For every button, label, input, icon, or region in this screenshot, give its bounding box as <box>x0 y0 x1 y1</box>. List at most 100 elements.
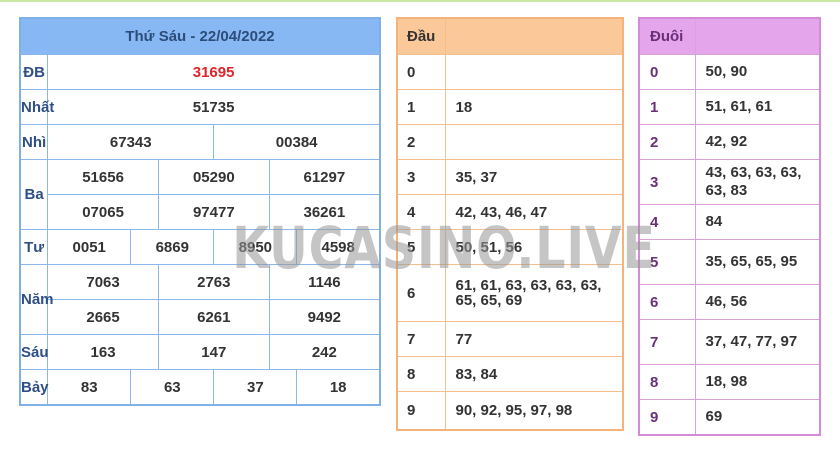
prize-label: Nhất <box>19 89 54 125</box>
prize-row-nam: Năm 7063 2763 1146 <box>19 264 381 335</box>
prize-label: ĐB <box>19 54 49 90</box>
prize-row-tu: Tư 0051 6869 8950 4598 <box>19 229 381 265</box>
tail-row: 1 51, 61, 61 <box>638 89 821 125</box>
head-digit: 2 <box>396 124 446 160</box>
prize-value: 18 <box>296 369 381 406</box>
results-table: Thứ Sáu - 22/04/2022 ĐB 31695 Nhất 51735… <box>19 17 381 406</box>
head-row: 9 90, 92, 95, 97, 98 <box>396 391 624 431</box>
tail-numbers: 37, 47, 77, 97 <box>694 319 821 365</box>
prize-value: 36261 <box>268 194 381 230</box>
tail-digit: 9 <box>638 399 696 436</box>
prize-row-db: ĐB 31695 <box>19 54 381 90</box>
tail-digit: 1 <box>638 89 696 125</box>
tail-row: 7 37, 47, 77, 97 <box>638 319 821 365</box>
prize-value: 67343 <box>47 124 215 160</box>
prize-value: 0051 <box>47 229 132 265</box>
head-digit: 9 <box>396 391 446 431</box>
head-digit: 3 <box>396 159 446 195</box>
head-digit: 1 <box>396 89 446 125</box>
prize-row-ba-2: 07065 97477 36261 <box>20 194 381 230</box>
head-row: 1 18 <box>396 89 624 125</box>
prize-value: 2763 <box>157 264 270 300</box>
prize-label: Sáu <box>19 334 49 370</box>
prize-value: 4598 <box>296 229 381 265</box>
head-row: 5 50, 51, 56 <box>396 229 624 265</box>
head-numbers: 83, 84 <box>444 356 624 392</box>
prize-row-nam-2: 2665 6261 9492 <box>20 299 381 335</box>
prize-value: 97477 <box>157 194 270 230</box>
head-row: 3 35, 37 <box>396 159 624 195</box>
prize-value: 1146 <box>268 264 381 300</box>
prize-row-nhat: Nhất 51735 <box>19 89 381 125</box>
prize-value: 63 <box>130 369 215 406</box>
tail-digit: 2 <box>638 124 696 160</box>
top-divider <box>0 0 840 2</box>
head-numbers: 90, 92, 95, 97, 98 <box>444 391 624 431</box>
prize-value: 8950 <box>213 229 298 265</box>
tail-row: 0 50, 90 <box>638 54 821 90</box>
head-row: 0 <box>396 54 624 90</box>
prize-label: Tư <box>19 229 49 265</box>
head-numbers: 18 <box>444 89 624 125</box>
tail-row: 9 69 <box>638 399 821 436</box>
tail-numbers: 35, 65, 65, 95 <box>694 239 821 285</box>
prize-value: 51656 <box>47 159 159 195</box>
tail-numbers: 84 <box>694 204 821 240</box>
head-row: 4 42, 43, 46, 47 <box>396 194 624 230</box>
prize-label: Bảy <box>19 369 49 406</box>
tail-digit: 5 <box>638 239 696 285</box>
prize-label: Năm <box>19 264 54 335</box>
prize-row-ba: Ba 51656 05290 61297 <box>19 159 381 230</box>
head-numbers: 35, 37 <box>444 159 624 195</box>
tail-row: 2 42, 92 <box>638 124 821 160</box>
tail-row: 6 46, 56 <box>638 284 821 320</box>
prize-row-nhi: Nhì 67343 00384 <box>19 124 381 160</box>
tail-digit: 0 <box>638 54 696 90</box>
prize-value: 00384 <box>213 124 381 160</box>
prize-label: Nhì <box>19 124 49 160</box>
prize-value: 05290 <box>157 159 270 195</box>
tail-numbers: 18, 98 <box>694 364 821 400</box>
tail-digit: 3 <box>638 159 696 205</box>
special-prize-value: 31695 <box>47 54 381 90</box>
head-row: 7 77 <box>396 321 624 357</box>
tail-row: 3 43, 63, 63, 63, 63, 83 <box>638 159 821 205</box>
prize-value: 6869 <box>130 229 215 265</box>
head-table-header-row: Đầu <box>396 17 624 55</box>
prize-value: 9492 <box>268 299 381 335</box>
prize-value: 163 <box>47 334 159 370</box>
head-numbers: 50, 51, 56 <box>444 229 624 265</box>
prize-value: 147 <box>157 334 270 370</box>
results-date-header: Thứ Sáu - 22/04/2022 <box>19 17 381 55</box>
prize-value: 51735 <box>47 89 381 125</box>
prize-value: 242 <box>268 334 381 370</box>
prize-value: 07065 <box>47 194 159 230</box>
prize-value: 2665 <box>47 299 159 335</box>
head-numbers: 77 <box>444 321 624 357</box>
prize-value: 37 <box>213 369 298 406</box>
head-table-header-blank <box>444 17 624 55</box>
head-digit: 8 <box>396 356 446 392</box>
head-numbers: 61, 61, 63, 63, 63, 63, 65, 65, 69 <box>444 264 624 322</box>
prize-row-bay: Bảy 83 63 37 18 <box>19 369 381 406</box>
tail-numbers: 43, 63, 63, 63, 63, 83 <box>694 159 821 205</box>
head-table-title: Đầu <box>396 17 446 55</box>
tail-digit: 4 <box>638 204 696 240</box>
prize-label: Ba <box>19 159 49 230</box>
tail-table-header-blank <box>694 17 821 55</box>
head-row: 8 83, 84 <box>396 356 624 392</box>
head-digit: 0 <box>396 54 446 90</box>
tail-digit: 7 <box>638 319 696 365</box>
prize-value: 83 <box>47 369 132 406</box>
tail-numbers: 51, 61, 61 <box>694 89 821 125</box>
tail-numbers: 42, 92 <box>694 124 821 160</box>
head-numbers <box>444 54 624 90</box>
prize-row-sau: Sáu 163 147 242 <box>19 334 381 370</box>
head-digit-table: Đầu 0 1 18 2 3 35, 37 4 42, 43, 46, 47 5… <box>396 17 624 431</box>
tail-digit-table: Đuôi 0 50, 90 1 51, 61, 61 2 42, 92 3 43… <box>638 17 821 436</box>
head-row: 2 <box>396 124 624 160</box>
prize-value: 6261 <box>157 299 270 335</box>
tail-numbers: 69 <box>694 399 821 436</box>
prize-value: 7063 <box>47 264 159 300</box>
head-digit: 5 <box>396 229 446 265</box>
